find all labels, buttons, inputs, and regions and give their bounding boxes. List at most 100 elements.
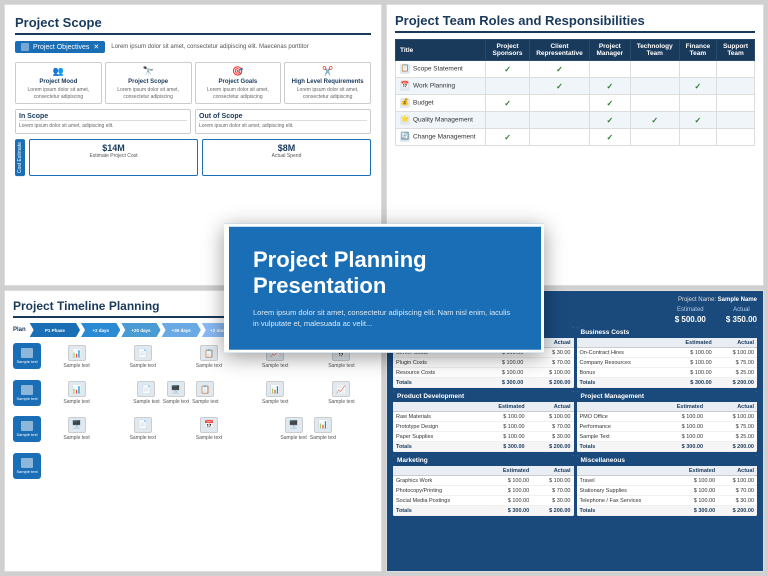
tl-box-1: 📊 xyxy=(68,345,86,361)
role-cell-3-2: ✓ xyxy=(589,112,630,129)
timeline-phase-4: +30 days xyxy=(162,323,201,337)
card-goals-title: Project Goals xyxy=(199,79,278,85)
cell-act-4-0: $ 100.00 xyxy=(532,476,573,486)
budget-row-4-0: Graphics Work$ 100.00$ 100.00 xyxy=(393,476,574,486)
cell-act-4-3: $ 200.00 xyxy=(532,506,573,516)
role-cell-2-4 xyxy=(679,95,716,112)
card-req-title: High Level Requirements xyxy=(288,79,367,85)
budget-row-2-0: Raw Materials$ 100.00$ 100.00 xyxy=(393,412,574,422)
cell-label-4-3: Totals xyxy=(393,506,484,516)
tl-box-15: 🖥️ xyxy=(285,417,303,433)
cell-est-1-3: $ 300.00 xyxy=(665,378,715,388)
th-est-4: Estimated xyxy=(484,466,533,476)
role-cell-3-3: ✓ xyxy=(630,112,679,129)
q1-stat-estimated: $14M Estimate Project Cost xyxy=(29,139,198,176)
row-icon-2: 💰 xyxy=(400,98,410,108)
row-icon-0: 📋 xyxy=(400,64,410,74)
role-cell-3-5 xyxy=(717,112,755,129)
cell-est-3-0: $ 100.00 xyxy=(646,412,706,422)
role-cell-1-4: ✓ xyxy=(679,78,716,95)
cell-act-3-0: $ 100.00 xyxy=(706,412,757,422)
cell-label-2-1: Prototype Design xyxy=(393,422,474,432)
cell-est-0-1: $ 100.00 xyxy=(471,358,527,368)
cell-est-4-3: $ 300.00 xyxy=(484,506,533,516)
cell-label-3-3: Totals xyxy=(577,442,647,452)
overlay-text: Lorem ipsum dolor sit amet, consectetur … xyxy=(253,307,517,330)
role-cell-0-0: ✓ xyxy=(486,61,530,78)
out-scope-title: Out of Scope xyxy=(199,113,367,121)
role-cell-3-0 xyxy=(486,112,530,129)
section-table-3: EstimatedActualPMO Office$ 100.00$ 100.0… xyxy=(577,402,758,452)
goals-icon: 🎯 xyxy=(199,66,278,77)
tl-box-3: 📋 xyxy=(200,345,218,361)
cell-act-3-2: $ 25.00 xyxy=(706,432,757,442)
estimated-cost-value: $14M xyxy=(35,143,192,153)
in-scope-title: In Scope xyxy=(19,113,187,121)
cell-label-1-2: Bonus xyxy=(577,368,665,378)
th-act-1: Actual xyxy=(715,338,757,348)
cell-act-5-0: $ 100.00 xyxy=(718,476,757,486)
cell-est-4-2: $ 100.00 xyxy=(484,496,533,506)
col-finance-team: Finance Team xyxy=(679,40,716,61)
q1-stat-actual: $8M Actual Spend xyxy=(202,139,371,176)
role-cell-1-5 xyxy=(717,78,755,95)
scope-icon: 🔭 xyxy=(109,66,188,77)
budget-row-3-2: Sample Text$ 100.00$ 25.00 xyxy=(577,432,758,442)
q1-tab-label: Project Objectives xyxy=(33,44,89,51)
overlay-title: Project Planning Presentation xyxy=(253,247,517,299)
tl-icon-1: Sample text xyxy=(13,343,41,369)
cell-est-2-0: $ 100.00 xyxy=(474,412,528,422)
q1-lorem: Lorem ipsum dolor sit amet, consectetur … xyxy=(111,43,308,51)
th-label-4 xyxy=(393,466,484,476)
card-mood-text: Lorem ipsum dolor sit amet, consectetur … xyxy=(19,87,98,100)
th-act-3: Actual xyxy=(706,402,757,412)
card-goals-text: Lorem ipsum dolor sit amet, consectetur … xyxy=(199,87,278,100)
cell-label-3-0: PMO Office xyxy=(577,412,647,422)
th-est-2: Estimated xyxy=(474,402,528,412)
q1-card-requirements: ✂️ High Level Requirements Lorem ipsum d… xyxy=(284,62,371,104)
cell-est-4-1: $ 100.00 xyxy=(484,486,533,496)
q1-card-scope: 🔭 Project Scope Lorem ipsum dolor sit am… xyxy=(105,62,192,104)
tab-close-icon: ✕ xyxy=(93,43,99,51)
timeline-phase-1: P1 Phase xyxy=(30,323,80,337)
cell-label-1-1: Company Resources xyxy=(577,358,665,368)
total-actual: Actual $ 350.00 xyxy=(726,307,757,324)
estimated-header: Estimated xyxy=(675,307,706,313)
timeline-phase-3: +20 days xyxy=(121,323,160,337)
tab-icon xyxy=(21,43,29,51)
budget-row-2-3: Totals$ 300.00$ 200.00 xyxy=(393,442,574,452)
actual-header: Actual xyxy=(726,307,757,313)
tl-cell-1: 📊Sample text xyxy=(45,341,108,374)
mood-icon: 👥 xyxy=(19,66,98,77)
budget-section-2: Product DevelopmentEstimatedActualRaw Ma… xyxy=(393,391,574,452)
section-header-5: Miscellaneous xyxy=(577,455,758,466)
th-label-1 xyxy=(577,338,665,348)
center-overlay: Project Planning Presentation Lorem ipsu… xyxy=(224,224,544,353)
tl-cell-7: 📄Sample text 🖥️Sample text 📋Sample text xyxy=(111,377,240,410)
cell-act-0-2: $ 100.00 xyxy=(526,368,573,378)
cell-act-1-1: $ 75.00 xyxy=(715,358,757,368)
q1-tab[interactable]: Project Objectives ✕ xyxy=(15,41,105,53)
role-cell-1-2: ✓ xyxy=(589,78,630,95)
tl-cell-6: 📊Sample text xyxy=(45,377,108,410)
actual-spend-value: $8M xyxy=(208,143,365,153)
role-cell-0-1: ✓ xyxy=(530,61,590,78)
role-row-title-4: 🔄Change Management xyxy=(396,129,486,146)
th-est-1: Estimated xyxy=(665,338,715,348)
tl-icon-img-2 xyxy=(21,385,33,395)
tl-box-10: 📊 xyxy=(266,381,284,397)
out-scope-text: Lorem ipsum dolor sit amet, adipiscing e… xyxy=(199,123,367,130)
th-label-5 xyxy=(577,466,673,476)
role-cell-0-3 xyxy=(630,61,679,78)
role-row-title-0: 📋Scope Statement xyxy=(396,61,486,78)
tl-box-7: 📄 xyxy=(137,381,155,397)
card-scope-text: Lorem ipsum dolor sit amet, consectetur … xyxy=(109,87,188,100)
tl-icon-3: Sample text xyxy=(13,416,41,442)
cell-label-0-2: Resource Costs xyxy=(393,368,471,378)
roles-table: Title Project Sponsors Client Representa… xyxy=(395,39,755,146)
estimated-cost-label: Estimate Project Cost xyxy=(35,153,192,159)
tl-side-icons: Sample text Sample text Sample text Samp… xyxy=(13,341,41,481)
cell-act-2-3: $ 200.00 xyxy=(528,442,574,452)
row-icon-4: 🔄 xyxy=(400,132,410,142)
budget-row-4-2: Social Media Postings$ 100.00$ 30.00 xyxy=(393,496,574,506)
